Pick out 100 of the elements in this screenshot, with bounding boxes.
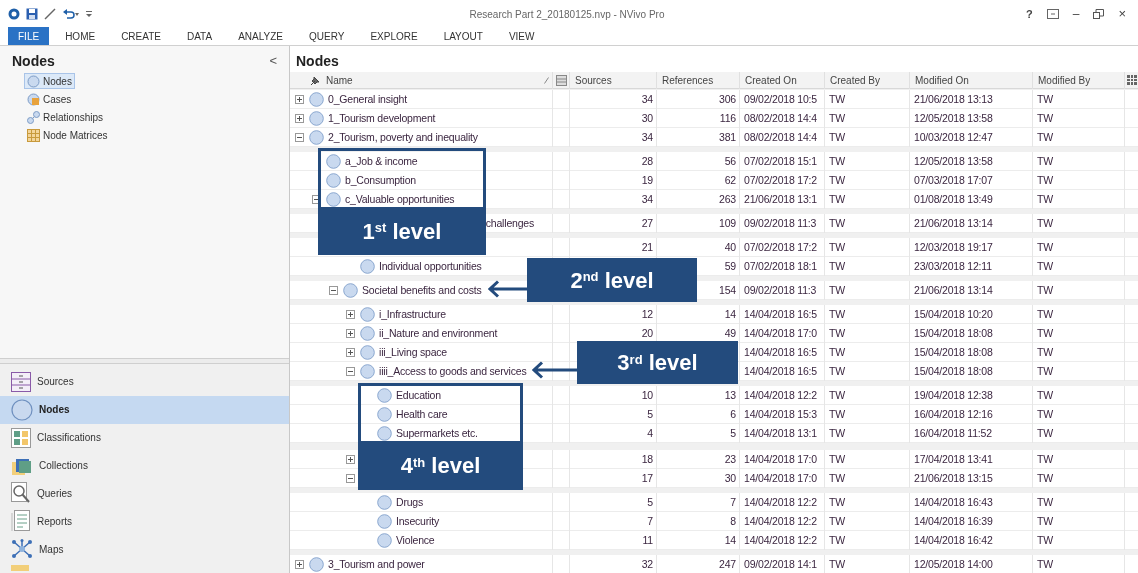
table-cell-text: TW [1037, 258, 1053, 274]
navigation-item[interactable]: Classifications [8, 423, 289, 452]
collapse-icon[interactable] [312, 195, 321, 204]
node-name[interactable]: 3_Tourism and power [328, 556, 425, 573]
node-icon [377, 514, 392, 529]
table-cell-text: 19/04/2018 12:38 [914, 387, 993, 403]
expand-icon[interactable] [295, 560, 304, 569]
ribbon-tab[interactable]: DATA [176, 27, 223, 45]
table-cell-text: 09/02/2018 10:5 [744, 91, 817, 107]
column-header[interactable]: Name [326, 72, 353, 88]
minimize-button[interactable]: – [1072, 5, 1080, 23]
expand-icon[interactable] [346, 310, 355, 319]
navigation-item[interactable]: Maps [8, 535, 289, 563]
table-cell-text: 14/04/2018 16:43 [914, 494, 993, 510]
table-cell-text: 21/06/2018 13:13 [914, 91, 993, 107]
node-name[interactable]: Health care [396, 406, 448, 423]
column-header[interactable]: Modified By [1038, 72, 1091, 88]
node-name[interactable]: b_Consumption [345, 172, 416, 189]
node-name[interactable]: 2_Tourism, poverty and inequality [328, 129, 478, 146]
customize-toolbar-icon[interactable] [86, 9, 92, 19]
navigation-item[interactable]: Reports [8, 507, 289, 536]
collapse-icon[interactable] [346, 474, 355, 483]
table-cell-text: 21/06/2018 13:1 [744, 191, 817, 207]
table-cell-text: TW [829, 191, 845, 207]
sidebar-item[interactable]: Nodes [24, 73, 75, 89]
ribbon-tab[interactable]: HOME [55, 27, 106, 45]
grid-icon [11, 427, 31, 448]
column-header[interactable]: References [662, 72, 714, 88]
navigation-item[interactable]: Queries [8, 479, 289, 508]
table-cell-text: 07/02/2018 18:1 [744, 258, 817, 274]
expand-icon[interactable] [295, 95, 304, 104]
node-name[interactable]: Individual opportunities [379, 258, 482, 275]
node-name[interactable]: Violence [396, 532, 435, 549]
table-cell-text: 07/03/2018 17:07 [914, 172, 993, 188]
column-chooser-icon[interactable] [1126, 75, 1137, 85]
navigation-item[interactable]: Collections [8, 451, 289, 480]
expand-icon[interactable] [346, 455, 355, 464]
close-button[interactable]: × [1118, 4, 1126, 24]
node-name[interactable]: a_Job & income [345, 153, 418, 170]
collapse-button[interactable]: < [269, 51, 277, 71]
expand-icon[interactable] [295, 114, 304, 123]
node-name[interactable]: iii_Living space [379, 344, 447, 361]
collapse-icon[interactable] [346, 367, 355, 376]
table-cell-text: TW [829, 406, 845, 422]
table-cell-text: 20 [641, 325, 653, 341]
column-header[interactable]: Created By [830, 72, 881, 88]
collapse-icon[interactable] [295, 133, 304, 142]
undo-icon[interactable] [62, 8, 80, 20]
table-cell-text: TW [829, 470, 845, 486]
table-cell-text: 5 [647, 494, 653, 510]
sidebar-item[interactable]: Relationships [24, 109, 107, 125]
ribbon-tab[interactable]: VIEW [498, 27, 545, 45]
table-cell-text: 23/03/2018 12:11 [914, 258, 992, 274]
pen-icon[interactable] [44, 8, 56, 20]
node-name[interactable]: 0_General insight [328, 91, 407, 108]
node-name[interactable]: ii_Nature and environment [379, 325, 498, 342]
column-header[interactable]: Modified On [915, 72, 969, 88]
table-cell-text: 10/03/2018 12:47 [914, 129, 993, 145]
table-cell-text: 5 [647, 406, 653, 422]
node-name[interactable]: c_Valuable opportunities [345, 191, 455, 208]
table-cell-text: 07/02/2018 15:1 [744, 153, 817, 169]
help-button[interactable]: ? [1026, 5, 1033, 23]
save-icon[interactable] [26, 8, 38, 20]
list-title: Nodes [296, 51, 339, 71]
node-name[interactable]: challenges [485, 215, 534, 232]
ribbon-tab[interactable]: ANALYZE [228, 27, 293, 45]
table-cell-text: 21 [641, 239, 653, 255]
table-cell-text: 34 [641, 129, 653, 145]
node-name[interactable]: Societal benefits and costs [362, 282, 482, 299]
ribbon-tab[interactable]: CREATE [111, 27, 171, 45]
navigation-item[interactable]: Nodes [0, 395, 289, 424]
table-cell-text: 12/05/2018 13:58 [914, 110, 993, 126]
ribbon-tab[interactable]: LAYOUT [433, 27, 493, 45]
expand-icon[interactable] [346, 329, 355, 338]
sidebar-item[interactable]: Node Matrices [24, 127, 111, 143]
restore-icon[interactable] [1093, 9, 1105, 19]
node-name[interactable]: Supermarkets etc. [396, 425, 478, 442]
node-icon [377, 388, 392, 403]
navigation-item[interactable]: Sources [8, 368, 289, 396]
column-header[interactable]: Sources [575, 72, 612, 88]
node-name[interactable]: i_Infrastructure [379, 306, 446, 323]
relationship-icon [27, 110, 40, 124]
expand-icon[interactable] [346, 348, 355, 357]
ribbon-tab[interactable]: FILE [8, 27, 50, 45]
ribbon-tab[interactable]: EXPLORE [360, 27, 428, 45]
node-name[interactable]: 1_Tourism development [328, 110, 436, 127]
node-name[interactable]: iiii_Access to goods and services [379, 363, 527, 380]
ribbon-display-icon[interactable] [1046, 9, 1059, 19]
collapse-icon[interactable] [329, 286, 338, 295]
ribbon-tab[interactable]: QUERY [299, 27, 355, 45]
table-cell-text: 07/02/2018 17:2 [744, 172, 817, 188]
table-cell-text: TW [829, 215, 845, 231]
table-cell-text: 5 [730, 425, 736, 441]
node-name[interactable]: Insecurity [396, 513, 439, 530]
folder-icon [11, 563, 31, 571]
node-name[interactable]: Education [396, 387, 441, 404]
table-cell-text: 14/04/2018 17:0 [744, 470, 817, 486]
column-header[interactable]: Created On [745, 72, 797, 88]
node-name[interactable]: Drugs [396, 494, 423, 511]
sidebar-item[interactable]: Cases [24, 91, 75, 107]
